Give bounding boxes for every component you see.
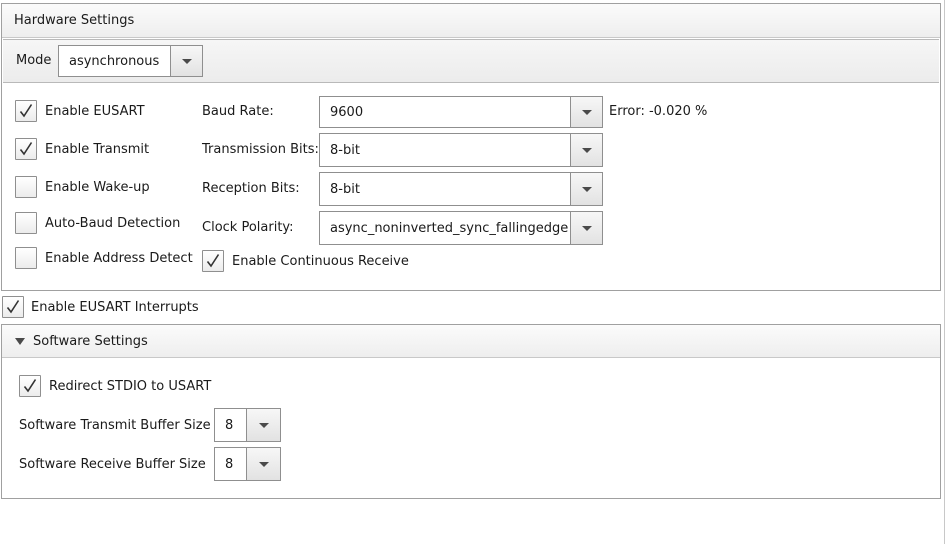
mode-label: Mode xyxy=(16,53,52,68)
clock-polarity-label: Clock Polarity: xyxy=(202,220,294,235)
rx-buffer-value: 8 xyxy=(225,457,234,472)
hardware-settings-header: Hardware Settings xyxy=(2,4,940,38)
mode-dropdown-button[interactable] xyxy=(170,46,202,76)
triangle-down-icon[interactable] xyxy=(15,338,25,345)
chevron-down-icon xyxy=(581,187,592,192)
transmission-bits-value: 8-bit xyxy=(330,143,360,158)
enable-wakeup-checkbox[interactable] xyxy=(15,176,37,198)
chevron-down-icon xyxy=(581,110,592,115)
transmission-bits-select[interactable]: 8-bit xyxy=(319,133,603,167)
software-settings-panel: Software Settings Redirect STDIO to USAR… xyxy=(1,324,941,499)
baud-rate-select[interactable]: 9600 xyxy=(319,96,603,128)
baud-rate-dropdown-button[interactable] xyxy=(570,97,602,127)
software-settings-header[interactable]: Software Settings xyxy=(2,325,940,358)
reception-bits-value: 8-bit xyxy=(330,182,360,197)
clock-polarity-select[interactable]: async_noninverted_sync_fallingedge xyxy=(319,211,603,245)
reception-bits-dropdown-button[interactable] xyxy=(570,173,602,205)
baud-rate-value: 9600 xyxy=(330,105,364,120)
checkmark-icon xyxy=(19,104,33,118)
chevron-down-icon xyxy=(258,423,269,428)
enable-continuous-receive-checkbox[interactable] xyxy=(202,250,224,272)
baud-rate-label: Baud Rate: xyxy=(202,104,274,119)
checkmark-icon xyxy=(19,142,33,156)
baud-rate-error: Error: -0.020 % xyxy=(609,104,708,119)
transmission-bits-label: Transmission Bits: xyxy=(202,142,319,157)
redirect-stdio-checkbox[interactable] xyxy=(19,375,41,397)
rx-buffer-dropdown-button[interactable] xyxy=(246,448,280,480)
auto-baud-detection-label: Auto-Baud Detection xyxy=(45,216,181,231)
tx-buffer-select[interactable]: 8 xyxy=(214,408,281,442)
tx-buffer-dropdown-button[interactable] xyxy=(246,409,280,441)
checkmark-icon xyxy=(6,300,20,314)
software-settings-title: Software Settings xyxy=(33,334,148,349)
redirect-stdio-label: Redirect STDIO to USART xyxy=(49,379,212,394)
tx-buffer-value: 8 xyxy=(225,418,234,433)
clock-polarity-dropdown-button[interactable] xyxy=(570,212,602,244)
enable-address-detect-label: Enable Address Detect xyxy=(45,251,193,266)
tx-buffer-label: Software Transmit Buffer Size xyxy=(19,418,211,433)
auto-baud-detection-checkbox[interactable] xyxy=(15,212,37,234)
chevron-down-icon xyxy=(581,148,592,153)
checkmark-icon xyxy=(23,379,37,393)
chevron-down-icon xyxy=(258,462,269,467)
enable-transmit-checkbox[interactable] xyxy=(15,138,37,160)
window-right-border xyxy=(944,0,945,544)
transmission-bits-dropdown-button[interactable] xyxy=(570,134,602,166)
reception-bits-select[interactable]: 8-bit xyxy=(319,172,603,206)
checkmark-icon xyxy=(206,254,220,268)
enable-address-detect-checkbox[interactable] xyxy=(15,247,37,269)
rx-buffer-select[interactable]: 8 xyxy=(214,447,281,481)
chevron-down-icon xyxy=(581,226,592,231)
hardware-settings-title: Hardware Settings xyxy=(14,13,135,28)
hardware-settings-panel: Hardware Settings Mode asynchronous Enab… xyxy=(1,3,941,291)
rx-buffer-label: Software Receive Buffer Size xyxy=(19,457,206,472)
enable-eusart-checkbox[interactable] xyxy=(15,100,37,122)
enable-eusart-label: Enable EUSART xyxy=(45,104,145,119)
enable-eusart-interrupts-label: Enable EUSART Interrupts xyxy=(31,300,199,315)
enable-continuous-receive-label: Enable Continuous Receive xyxy=(232,254,409,269)
mode-select-value: asynchronous xyxy=(69,54,160,69)
chevron-down-icon xyxy=(181,59,192,64)
reception-bits-label: Reception Bits: xyxy=(202,181,300,196)
enable-eusart-interrupts-checkbox[interactable] xyxy=(2,296,24,318)
mode-row: Mode asynchronous xyxy=(3,39,939,83)
clock-polarity-value: async_noninverted_sync_fallingedge xyxy=(330,221,569,236)
mode-select[interactable]: asynchronous xyxy=(58,45,203,77)
enable-transmit-label: Enable Transmit xyxy=(45,142,150,157)
enable-wakeup-label: Enable Wake-up xyxy=(45,180,150,195)
